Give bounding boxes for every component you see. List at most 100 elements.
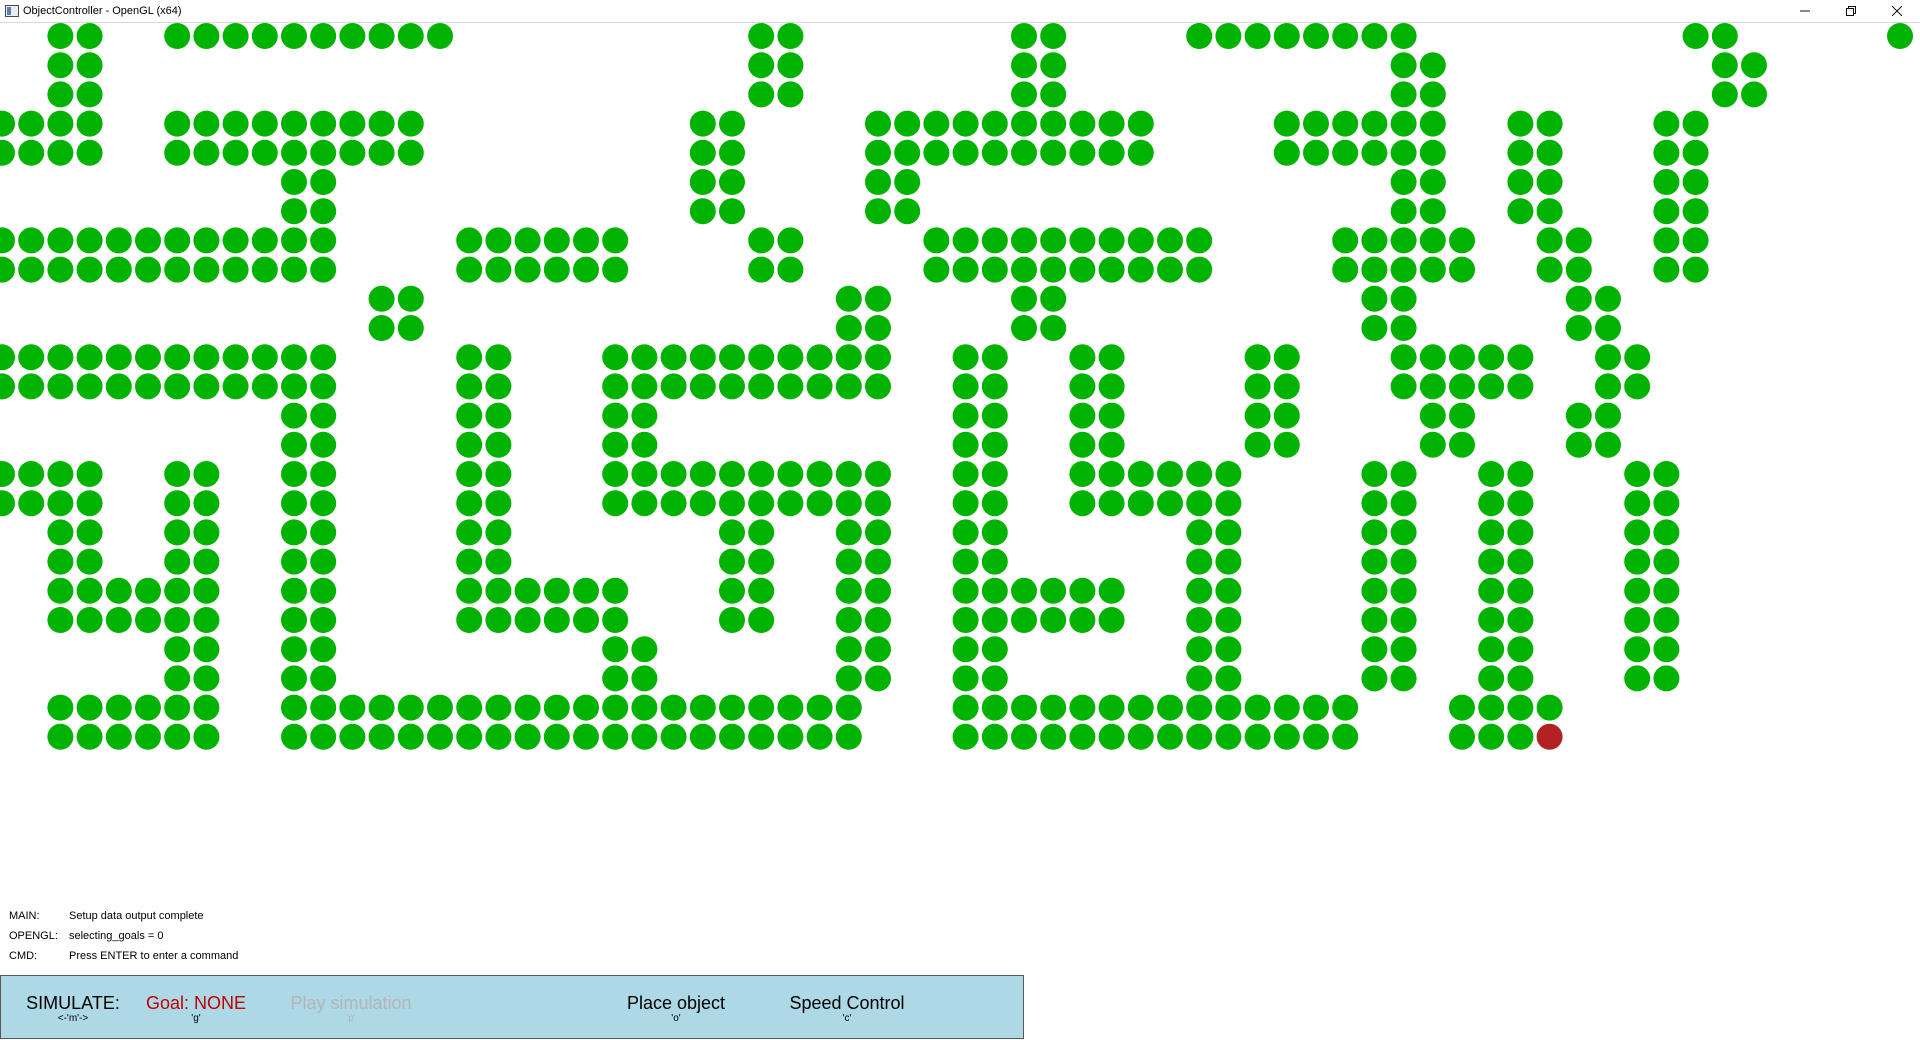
maze-wall-node bbox=[1215, 23, 1242, 49]
maze-wall-node bbox=[135, 577, 161, 604]
maze-wall-node bbox=[1565, 315, 1592, 341]
maze-wall-node bbox=[1215, 607, 1242, 633]
maze-wall-node bbox=[719, 139, 745, 166]
maze-wall-node bbox=[1565, 285, 1592, 312]
maze-wall-node bbox=[952, 110, 979, 137]
maze-wall-node bbox=[602, 461, 629, 487]
maze-wall-node bbox=[1390, 285, 1417, 312]
maze-wall-node bbox=[1653, 198, 1680, 225]
maze-wall-node bbox=[193, 227, 220, 254]
maze-wall-node bbox=[164, 461, 191, 487]
log-line-main: MAIN: Setup data output complete bbox=[9, 906, 238, 926]
maze-wall-node bbox=[1390, 636, 1417, 663]
maze-wall-node bbox=[164, 723, 191, 750]
maze-wall-node bbox=[806, 490, 833, 517]
maze-wall-node bbox=[719, 461, 745, 487]
maze-wall-node bbox=[1449, 402, 1475, 429]
maze-wall-node bbox=[1069, 344, 1096, 371]
maze-wall-node bbox=[485, 227, 512, 254]
maze-wall-node bbox=[631, 636, 658, 663]
maze-wall-node bbox=[1273, 723, 1300, 750]
maze-wall-node bbox=[952, 665, 979, 692]
maze-wall-node bbox=[1069, 723, 1096, 750]
speed-control-button[interactable]: Speed Control 'c' bbox=[777, 993, 917, 1025]
maze-wall-node bbox=[105, 227, 132, 254]
maze-wall-node bbox=[865, 110, 891, 137]
maze-wall-node bbox=[1040, 607, 1067, 633]
maze-wall-node bbox=[1624, 461, 1651, 487]
maze-wall-node bbox=[164, 23, 191, 49]
log-tag: OPENGL: bbox=[9, 930, 58, 942]
maze-wall-node bbox=[1478, 607, 1505, 633]
maze-wall-node bbox=[1419, 373, 1446, 400]
play-simulation-button[interactable]: Play simulation 'p' bbox=[283, 993, 419, 1025]
maze-wall-node bbox=[368, 723, 395, 750]
maze-wall-node bbox=[164, 636, 191, 663]
log-tag: CMD: bbox=[9, 950, 38, 962]
simulate-mode[interactable]: SIMULATE: <-'m'-> bbox=[23, 993, 123, 1025]
maze-wall-node bbox=[777, 23, 804, 49]
maze-wall-node bbox=[719, 723, 745, 750]
maze-wall-node bbox=[1887, 23, 1913, 49]
maze-wall-node bbox=[1244, 694, 1271, 721]
maze-wall-node bbox=[1507, 198, 1534, 225]
maze-wall-node bbox=[1186, 548, 1213, 575]
maze-wall-node bbox=[0, 227, 15, 254]
maze-wall-node bbox=[222, 344, 249, 371]
maze-wall-node bbox=[1098, 461, 1125, 487]
maze-wall-node bbox=[281, 344, 307, 371]
maze-wall-node bbox=[47, 694, 74, 721]
maze-wall-node bbox=[1157, 694, 1183, 721]
maze-wall-node bbox=[193, 607, 220, 633]
maze-wall-node bbox=[485, 548, 512, 575]
maze-wall-node bbox=[514, 227, 541, 254]
close-icon[interactable] bbox=[1874, 0, 1920, 22]
maze-wall-node bbox=[573, 694, 599, 721]
maze-wall-node bbox=[281, 110, 307, 137]
maze-wall-node bbox=[1711, 52, 1738, 79]
maze-wall-node bbox=[777, 52, 804, 79]
restore-icon[interactable] bbox=[1828, 0, 1874, 22]
maze-wall-node bbox=[222, 227, 249, 254]
maze-wall-node bbox=[485, 607, 512, 633]
maze-wall-node bbox=[310, 665, 337, 692]
maze-wall-node bbox=[456, 402, 483, 429]
maze-wall-node bbox=[1653, 548, 1680, 575]
maze-wall-node bbox=[1595, 373, 1621, 400]
maze-wall-node bbox=[1419, 431, 1446, 458]
maze-wall-node bbox=[1390, 519, 1417, 546]
maze-wall-node bbox=[602, 636, 629, 663]
maze-wall-node bbox=[835, 694, 862, 721]
maze-wall-node bbox=[719, 548, 745, 575]
maze-wall-node bbox=[719, 694, 745, 721]
maze-wall-node bbox=[222, 139, 249, 166]
maze-wall-node bbox=[47, 723, 74, 750]
maze-wall-node bbox=[1215, 548, 1242, 575]
maze-wall-node bbox=[1478, 723, 1505, 750]
maze-wall-node bbox=[1507, 110, 1534, 137]
maze-wall-node bbox=[631, 665, 658, 692]
maze-wall-node bbox=[1507, 636, 1534, 663]
maze-wall-node bbox=[1361, 461, 1388, 487]
place-object-button[interactable]: Place object 'o' bbox=[615, 993, 737, 1025]
maze-wall-node bbox=[1069, 490, 1096, 517]
maze-wall-node bbox=[806, 344, 833, 371]
goal-button[interactable]: Goal: NONE 'g' bbox=[141, 993, 251, 1025]
maze-canvas[interactable] bbox=[0, 22, 1920, 762]
maze-wall-node bbox=[1653, 461, 1680, 487]
maze-wall-node bbox=[573, 227, 599, 254]
maze-wall-node bbox=[18, 373, 45, 400]
maze-wall-node bbox=[1595, 344, 1621, 371]
maze-wall-node bbox=[1624, 373, 1651, 400]
maze-wall-node bbox=[777, 461, 804, 487]
minimize-icon[interactable] bbox=[1782, 0, 1828, 22]
maze-wall-node bbox=[1536, 169, 1563, 195]
maze-wall-node bbox=[1653, 110, 1680, 137]
maze-wall-node bbox=[47, 373, 74, 400]
maze-wall-node bbox=[1653, 607, 1680, 633]
maze-wall-node bbox=[47, 490, 74, 517]
maze-wall-node bbox=[631, 694, 658, 721]
maze-wall-node bbox=[1507, 694, 1534, 721]
maze-wall-node bbox=[76, 723, 103, 750]
maze-wall-node bbox=[543, 256, 570, 283]
